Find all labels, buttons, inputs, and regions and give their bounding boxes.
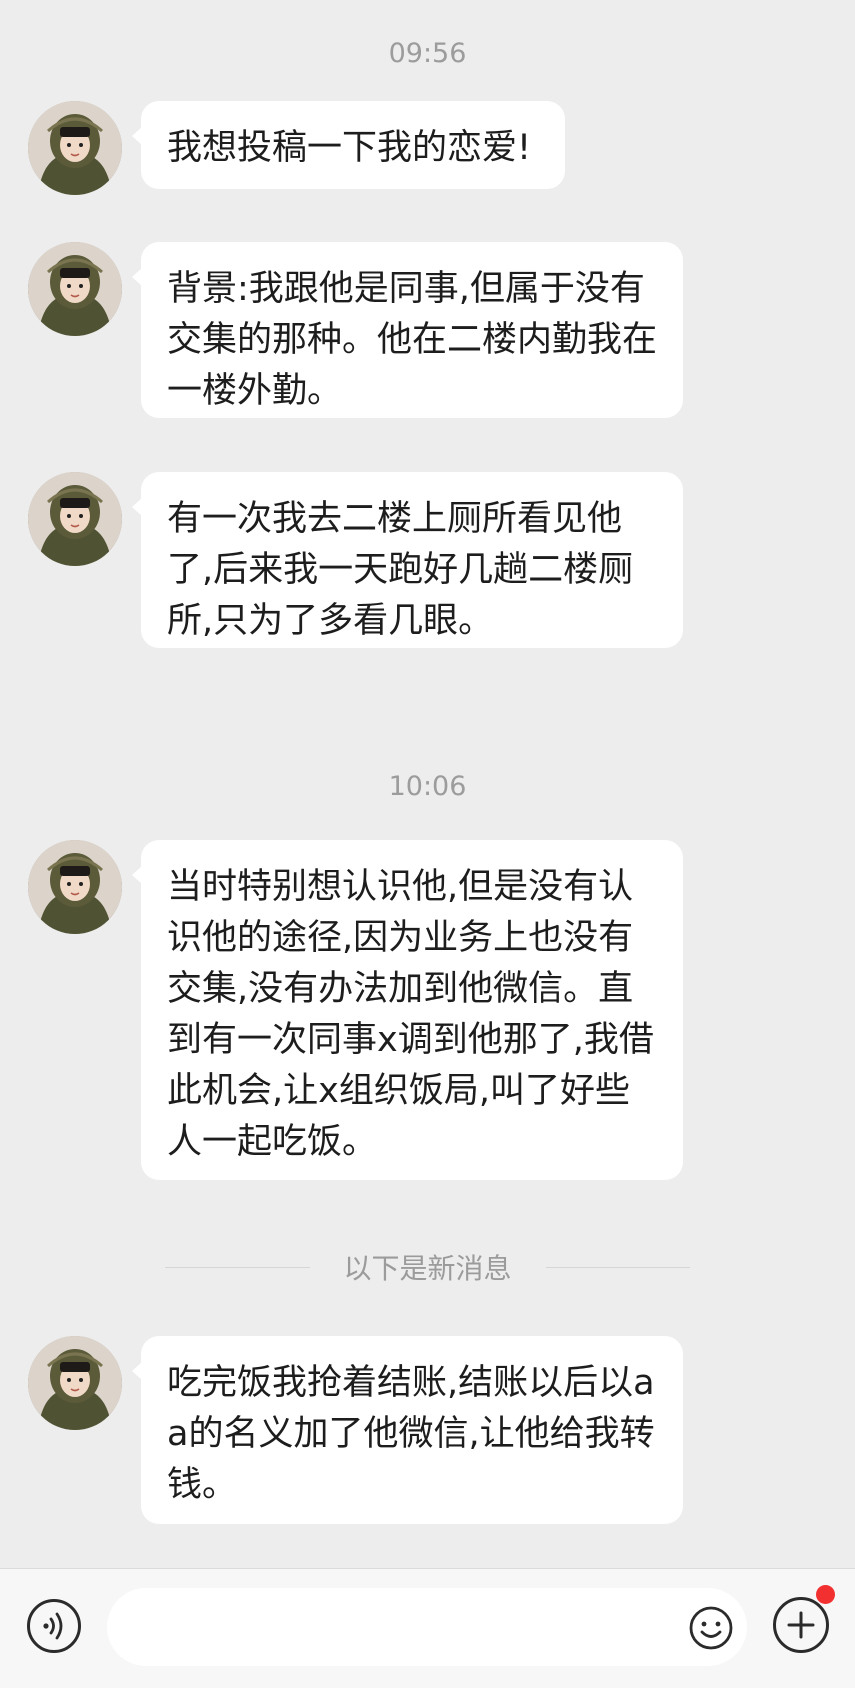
new-messages-label: 以下是新消息 bbox=[343, 1252, 512, 1285]
voice-icon bbox=[43, 1612, 63, 1640]
message-bubble[interactable]: 当时特别想认识他,但是没有认识他的途径,因为业务上也没有交集,没有办法加到他微信… bbox=[132, 840, 683, 1180]
avatar[interactable] bbox=[28, 242, 122, 336]
timestamp: 09:56 bbox=[388, 38, 467, 69]
plus-icon bbox=[787, 1611, 815, 1639]
new-messages-divider: 以下是新消息 bbox=[165, 1250, 691, 1285]
divider-line bbox=[165, 1266, 310, 1268]
emoji-icon bbox=[689, 1606, 733, 1650]
message-bubble[interactable]: 吃完饭我抢着结账,结账以后以aa的名义加了他微信,让他给我转钱。 bbox=[132, 1336, 683, 1524]
avatar[interactable] bbox=[28, 101, 122, 195]
notification-badge bbox=[816, 1585, 835, 1604]
avatar[interactable] bbox=[28, 1336, 122, 1430]
divider-line bbox=[545, 1266, 691, 1268]
emoji-button[interactable] bbox=[688, 1605, 734, 1651]
avatar[interactable] bbox=[28, 840, 122, 934]
message-bubble[interactable]: 我想投稿一下我的恋爱! bbox=[132, 101, 565, 189]
avatar[interactable] bbox=[28, 472, 122, 566]
more-button[interactable] bbox=[773, 1597, 829, 1653]
input-bar bbox=[0, 1568, 855, 1688]
chat-area[interactable]: 09:56 我想投稿一下我的恋爱! 背景:我跟他是同事,但属于没有交集的那种。他… bbox=[0, 0, 855, 1568]
timestamp: 10:06 bbox=[388, 771, 467, 802]
voice-button[interactable] bbox=[27, 1599, 81, 1653]
message-bubble[interactable]: 背景:我跟他是同事,但属于没有交集的那种。他在二楼内勤我在一楼外勤。 bbox=[132, 242, 683, 418]
message-bubble[interactable]: 有一次我去二楼上厕所看见他了,后来我一天跑好几趟二楼厕所,只为了多看几眼。 bbox=[132, 472, 683, 648]
message-input[interactable] bbox=[107, 1588, 747, 1666]
